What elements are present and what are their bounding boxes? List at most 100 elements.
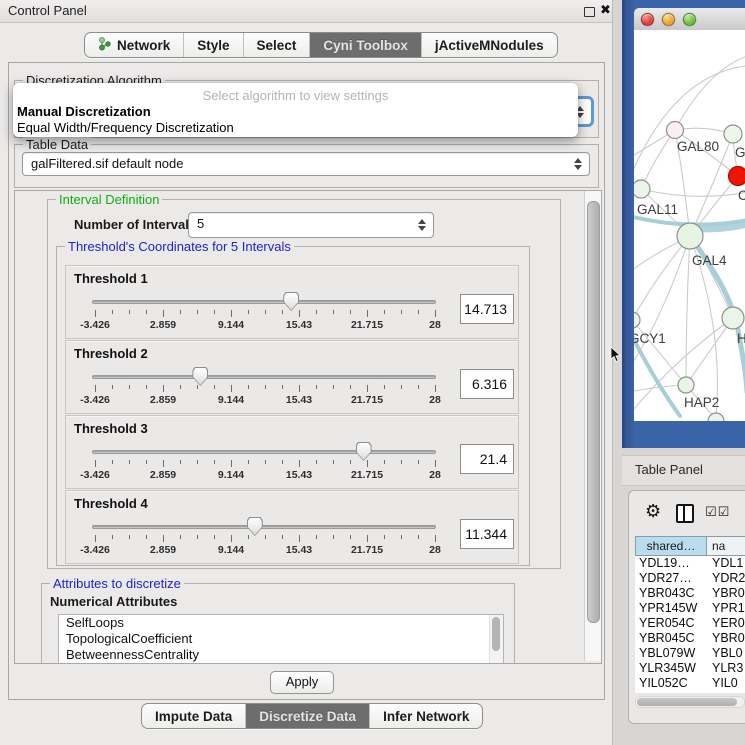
table-row[interactable]: YBR043CYBR0 (635, 586, 745, 601)
slider-tick (384, 310, 385, 314)
cell-name[interactable]: YBR0 (707, 631, 745, 646)
column-header-name[interactable]: na (707, 536, 745, 556)
tab-jactivemnodules[interactable]: jActiveMNodules (422, 33, 557, 57)
table-row[interactable]: YIL052CYIL0 (635, 676, 745, 691)
network-node[interactable] (722, 307, 744, 329)
float-window-icon[interactable] (584, 7, 595, 17)
close-icon[interactable]: ✖ (600, 2, 611, 18)
cell-shared-name[interactable]: YDL19… (635, 556, 707, 571)
scrollbar-thumb[interactable] (492, 617, 500, 651)
table-row[interactable]: YBR045CYBR0 (635, 631, 745, 646)
cell-name[interactable]: YPR1 (707, 601, 745, 616)
node-label: GAL11 (637, 202, 678, 217)
slider-track[interactable] (92, 525, 436, 529)
network-node[interactable] (724, 125, 742, 143)
cell-name[interactable]: YDL1 (707, 556, 743, 571)
network-node[interactable] (708, 413, 724, 421)
tab-cyni-toolbox[interactable]: Cyni Toolbox (310, 33, 422, 57)
slider-thumb[interactable] (283, 292, 299, 311)
cell-shared-name[interactable]: YBR045C (635, 631, 707, 646)
scrollbar-thumb[interactable] (637, 698, 737, 706)
slider-tick (163, 385, 164, 392)
network-node[interactable] (677, 223, 703, 249)
cell-name[interactable]: YIL0 (707, 676, 738, 691)
slider-thumb[interactable] (247, 517, 263, 536)
attributes-list[interactable]: SelfLoopsTopologicalCoefficientBetweenne… (58, 614, 504, 664)
slider-thumb[interactable] (356, 442, 372, 461)
dropdown-option[interactable]: Equal Width/Frequency Discretization (17, 120, 234, 135)
threshold-value-field[interactable] (460, 294, 514, 324)
tab-infer-network[interactable]: Infer Network (370, 704, 482, 728)
split-columns-icon[interactable] (676, 504, 694, 523)
checkboxes-icon[interactable]: ☑☑ (705, 504, 730, 520)
network-node[interactable] (667, 122, 684, 139)
slider-tick (367, 310, 368, 317)
table-row[interactable]: YER054CYER0 (635, 616, 745, 631)
slider-tick (316, 385, 317, 389)
slider-track[interactable] (92, 375, 436, 379)
threshold-value-field[interactable] (460, 369, 514, 399)
slider-tick-label: -3.426 (80, 319, 110, 331)
slider-tick-label: 9.144 (218, 544, 244, 556)
threshold-value-field[interactable] (460, 519, 514, 549)
slider-thumb[interactable] (192, 367, 208, 386)
table-row[interactable]: YBL079WYBL0 (635, 646, 745, 661)
cell-name[interactable]: YBL0 (707, 646, 743, 661)
slider-tick-label: 15.43 (286, 394, 312, 406)
table-row[interactable]: YDL19…YDL1 (635, 556, 745, 571)
combo-stepper-icon[interactable] (418, 219, 427, 231)
threshold-value-field[interactable] (460, 444, 514, 474)
network-canvas[interactable]: GAL80GALCGAL11GAL4GCY1HHAP2 (634, 30, 745, 421)
slider-tick (231, 535, 232, 542)
cell-name[interactable]: YLR3 (707, 661, 743, 676)
table-data-combobox[interactable]: galFiltered.sif default node (22, 152, 590, 176)
cell-name[interactable]: YER0 (707, 616, 745, 631)
tab-select[interactable]: Select (244, 33, 311, 57)
minimize-traffic-light[interactable] (662, 13, 675, 26)
list-item[interactable]: TopologicalCoefficient (59, 631, 503, 647)
slider-track[interactable] (92, 300, 436, 304)
slider-tick-label: 28 (429, 469, 441, 481)
network-node[interactable] (634, 180, 650, 198)
gear-icon[interactable]: ⚙ (645, 501, 661, 522)
slider-track[interactable] (92, 450, 436, 454)
tab-impute-data[interactable]: Impute Data (142, 704, 246, 728)
cell-shared-name[interactable]: YDR27… (635, 571, 707, 586)
apply-button[interactable]: Apply (270, 671, 334, 694)
combo-stepper-icon[interactable] (574, 158, 583, 170)
table-horizontal-scrollbar[interactable] (635, 696, 745, 708)
slider-tick (333, 535, 334, 539)
dropdown-option[interactable]: Manual Discretization (17, 104, 151, 119)
zoom-traffic-light[interactable] (683, 13, 696, 26)
slider-tick-label: 28 (429, 394, 441, 406)
panel-scrollbar[interactable] (584, 191, 601, 661)
slider-tick (435, 460, 436, 467)
attributes-scrollbar[interactable] (489, 615, 503, 664)
close-traffic-light[interactable] (641, 13, 654, 26)
table-row[interactable]: YDR27…YDR2 (635, 571, 745, 586)
cell-shared-name[interactable]: YIL052C (635, 676, 707, 691)
network-node[interactable] (729, 167, 745, 186)
cell-shared-name[interactable]: YBR043C (635, 586, 707, 601)
cell-shared-name[interactable]: YBL079W (635, 646, 707, 661)
cell-shared-name[interactable]: YPR145W (635, 601, 707, 616)
table-row[interactable]: YLR345WYLR3 (635, 661, 745, 676)
cell-shared-name[interactable]: YLR345W (635, 661, 707, 676)
network-node[interactable] (678, 377, 694, 393)
tab-label: Style (197, 38, 229, 53)
tab-label: Cyni Toolbox (323, 38, 408, 53)
num-intervals-combobox[interactable]: 5 (188, 212, 434, 238)
tab-network[interactable]: Network (85, 33, 184, 57)
table-row[interactable]: YPR145WYPR1 (635, 601, 745, 616)
network-window-titlebar[interactable] (634, 8, 745, 31)
cell-name[interactable]: YBR0 (707, 586, 745, 601)
cell-name[interactable]: YDR2 (707, 571, 745, 586)
list-item[interactable]: BetweennessCentrality (59, 647, 503, 663)
cell-shared-name[interactable]: YER054C (635, 616, 707, 631)
column-header-shared-name[interactable]: shared… (635, 536, 707, 556)
list-item[interactable]: SelfLoops (59, 615, 503, 631)
scrollbar-thumb[interactable] (587, 201, 600, 623)
network-node[interactable] (634, 312, 640, 328)
tab-style[interactable]: Style (184, 33, 243, 57)
tab-discretize-data[interactable]: Discretize Data (246, 704, 370, 728)
